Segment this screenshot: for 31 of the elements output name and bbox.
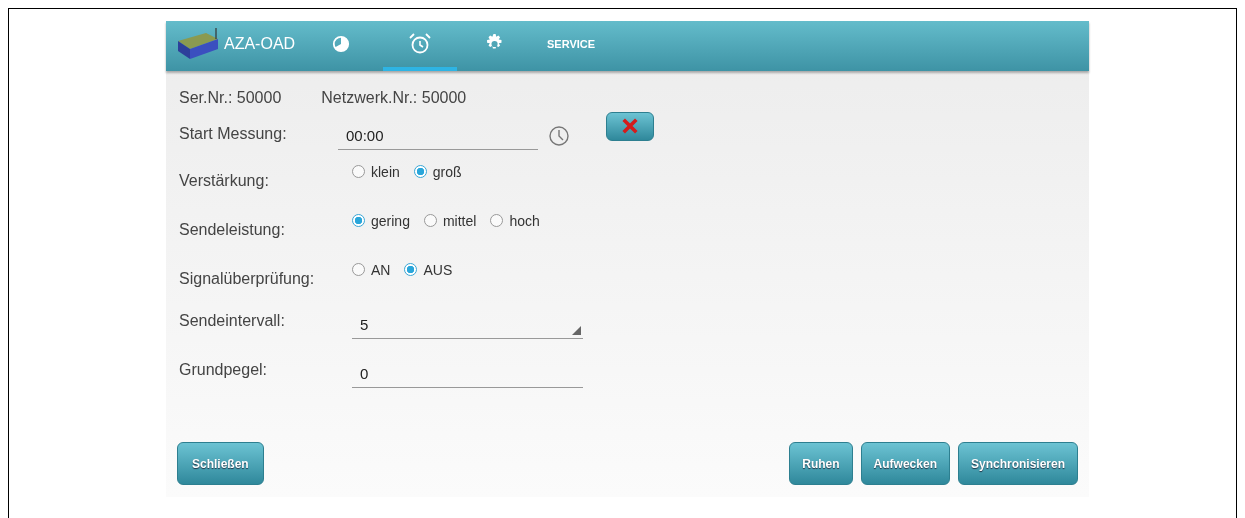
radio-label[interactable]: klein <box>371 163 400 180</box>
pie-chart-icon <box>332 35 350 53</box>
time-field[interactable]: 00:00 <box>338 122 538 150</box>
field-label: Sendeleistung: <box>179 219 286 239</box>
field-label: Sendeintervall: <box>179 311 286 330</box>
radio-button[interactable] <box>352 214 365 227</box>
radio-button[interactable] <box>352 165 365 178</box>
radio-label[interactable]: AN <box>371 261 391 278</box>
field-label: Start Messung: <box>179 124 288 143</box>
clear-button[interactable] <box>606 111 654 141</box>
close-icon <box>620 117 640 135</box>
radio-button[interactable] <box>490 214 504 227</box>
field-label: Signalüberprüfung: <box>179 268 316 288</box>
field-label: Grundpegel: <box>179 360 269 379</box>
radio-button[interactable] <box>423 214 437 227</box>
info-text: Ser.Nr.: 50000 <box>179 89 282 107</box>
dropdown[interactable]: 5 <box>352 312 583 339</box>
radio-label[interactable]: AUS <box>423 261 453 278</box>
radio-label[interactable]: gering <box>371 212 410 229</box>
alarm-clock-icon <box>408 33 432 55</box>
radio-button[interactable] <box>352 263 365 276</box>
field-label: Verstärkung: <box>179 170 270 190</box>
device-logo-icon <box>176 27 220 61</box>
clock-icon[interactable] <box>548 125 570 147</box>
radio-button[interactable] <box>413 165 427 178</box>
radio-label[interactable]: hoch <box>509 212 540 229</box>
info-text: Netzwerk.Nr.: 50000 <box>321 89 467 107</box>
input-field[interactable]: 0 <box>352 361 583 388</box>
radio-button[interactable] <box>404 263 418 276</box>
radio-label[interactable]: groß <box>432 163 462 180</box>
radio-label[interactable]: mittel <box>442 212 477 229</box>
